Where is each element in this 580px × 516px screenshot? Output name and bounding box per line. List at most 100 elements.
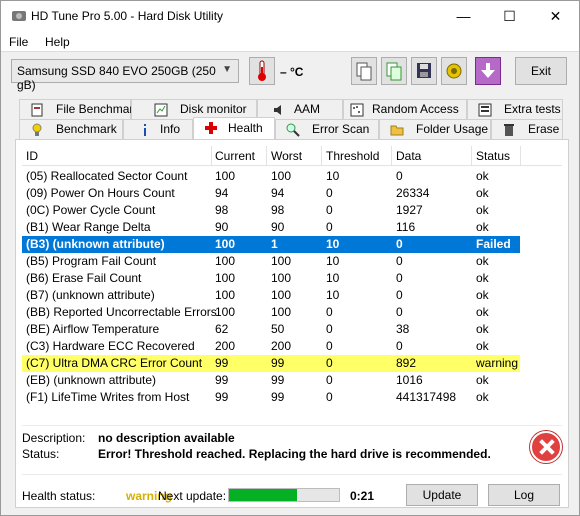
thermometer-button[interactable] [249, 57, 275, 85]
update-button[interactable]: Update [406, 484, 478, 506]
column-header-threshold[interactable]: Threshold [326, 149, 379, 163]
description-label: Description: [22, 431, 86, 445]
table-row[interactable]: (B7) (unknown attribute) 100 100 10 0 ok [22, 287, 520, 304]
table-header: ID Current Worst Threshold Data Status [22, 146, 562, 166]
table-row[interactable]: (B1) Wear Range Delta 90 90 0 116 ok [22, 219, 520, 236]
cell-status: ok [476, 271, 489, 285]
table-row[interactable]: (0C) Power Cycle Count 98 98 0 1927 ok [22, 202, 520, 219]
status-message: Error! Threshold reached. Replacing the … [98, 447, 491, 461]
table-row[interactable]: (B6) Erase Fail Count 100 100 10 0 ok [22, 270, 520, 287]
tab-info[interactable]: Info [123, 119, 193, 139]
cell-id: (C3) Hardware ECC Recovered [26, 339, 195, 353]
options-button[interactable] [441, 57, 467, 85]
cell-status: ok [476, 390, 489, 404]
cell-status: ok [476, 322, 489, 336]
table-row[interactable]: (BE) Airflow Temperature 62 50 0 38 ok [22, 321, 520, 338]
download-button[interactable] [475, 57, 501, 85]
menu-file[interactable]: File [9, 35, 28, 49]
column-divider[interactable] [321, 146, 322, 166]
column-divider[interactable] [211, 146, 212, 166]
cell-id: (B6) Erase Fail Count [26, 271, 142, 285]
column-divider[interactable] [520, 146, 521, 166]
cell-status: Failed [476, 237, 511, 251]
menu-bar: File Help [1, 32, 579, 52]
tab-benchmark[interactable]: Benchmark [19, 119, 123, 139]
error-icon [530, 431, 562, 463]
description-value: no description available [98, 431, 235, 445]
table-row[interactable]: (C3) Hardware ECC Recovered 200 200 0 0 ok [22, 338, 520, 355]
drive-select[interactable]: Samsung SSD 840 EVO 250GB (250 gB) ▼ [11, 59, 239, 92]
save-button[interactable] [411, 57, 437, 85]
tab-random-access[interactable]: Random Access [343, 99, 467, 119]
log-button[interactable]: Log [488, 484, 560, 506]
tab-extra-tests[interactable]: Extra tests [467, 99, 563, 119]
table-row[interactable]: (F1) LifeTime Writes from Host 99 99 0 44131… [22, 389, 520, 406]
table-row[interactable]: (B3) (unknown attribute) 100 1 10 0 Failed [22, 236, 520, 253]
column-divider[interactable] [471, 146, 472, 166]
table-row[interactable]: (C7) Ultra DMA CRC Error Count 99 99 0 892 wa… [22, 355, 520, 372]
table-row[interactable]: (BB) Reported Uncorrectable Errors 100 100… [22, 304, 520, 321]
column-divider[interactable] [266, 146, 267, 166]
cell-worst: 100 [271, 271, 292, 285]
chevron-down-icon: ▼ [222, 64, 232, 75]
column-header-worst[interactable]: Worst [271, 149, 302, 163]
tab-label: Erase [528, 122, 560, 136]
tab-aam[interactable]: AAM [257, 99, 343, 119]
speaker-icon [274, 105, 281, 115]
next-update-label: Next update: [158, 489, 227, 503]
exit-button[interactable]: Exit [515, 57, 567, 85]
table-row[interactable]: (EB) (unknown attribute) 99 99 0 1016 ok [22, 372, 520, 389]
column-header-current[interactable]: Current [215, 149, 255, 163]
maximize-button[interactable]: ☐ [487, 1, 532, 32]
app-window: HD Tune Pro 5.00 - Hard Disk Utility — ☐… [0, 0, 580, 516]
column-header-status[interactable]: Status [476, 149, 510, 163]
tab-erase[interactable]: Erase [491, 119, 563, 139]
random-access-icon [350, 103, 364, 117]
smart-attributes-table[interactable]: ID Current Worst Threshold Data Status (… [22, 146, 562, 421]
column-divider[interactable] [391, 146, 392, 166]
close-button[interactable]: ✕ [533, 1, 578, 32]
cell-current: 100 [215, 254, 236, 268]
tab-error-scan[interactable]: Error Scan [275, 119, 379, 139]
copy-all-icon [386, 62, 402, 81]
cell-worst: 100 [271, 254, 292, 268]
cell-threshold: 10 [326, 254, 340, 268]
menu-help[interactable]: Help [45, 35, 70, 49]
cell-status: ok [476, 220, 489, 234]
tab-health[interactable]: Health [193, 117, 275, 139]
health-cross-icon [205, 122, 217, 134]
copy-all-button[interactable] [381, 57, 407, 85]
next-update-progress [228, 488, 340, 502]
cell-worst: 99 [271, 373, 285, 387]
tab-label: Folder Usage [416, 122, 489, 136]
tab-file-benchmark[interactable]: File Benchmark [19, 99, 139, 119]
magnifier-icon [286, 123, 300, 137]
next-update-countdown: 0:21 [350, 489, 375, 503]
cell-threshold: 10 [326, 237, 340, 251]
cell-id: (C7) Ultra DMA CRC Error Count [26, 356, 203, 370]
minimize-button[interactable]: — [441, 1, 486, 32]
divider [22, 474, 562, 475]
cell-worst: 99 [271, 390, 285, 404]
cell-current: 94 [215, 186, 229, 200]
cell-data: 0 [396, 237, 403, 251]
cell-status: ok [476, 169, 489, 183]
table-row[interactable]: (05) Reallocated Sector Count 100 100 10 0 ok [22, 168, 520, 185]
column-header-data[interactable]: Data [396, 149, 421, 163]
cell-id: (0C) Power Cycle Count [26, 203, 156, 217]
table-row[interactable]: (B5) Program Fail Count 100 100 10 0 ok [22, 253, 520, 270]
cell-threshold: 0 [326, 339, 333, 353]
cell-worst: 94 [271, 186, 285, 200]
folder-icon [390, 125, 404, 136]
title-bar[interactable]: HD Tune Pro 5.00 - Hard Disk Utility — ☐… [1, 1, 579, 32]
cell-worst: 1 [271, 237, 278, 251]
copy-icon [356, 62, 372, 81]
column-header-id[interactable]: ID [26, 149, 38, 163]
cell-data: 0 [396, 169, 403, 183]
cell-data: 0 [396, 288, 403, 302]
cell-threshold: 0 [326, 203, 333, 217]
table-row[interactable]: (09) Power On Hours Count 94 94 0 26334 ok [22, 185, 520, 202]
copy-button[interactable] [351, 57, 377, 85]
tab-disk-monitor[interactable]: Disk monitor [131, 99, 257, 119]
tab-folder-usage[interactable]: Folder Usage [379, 119, 491, 139]
